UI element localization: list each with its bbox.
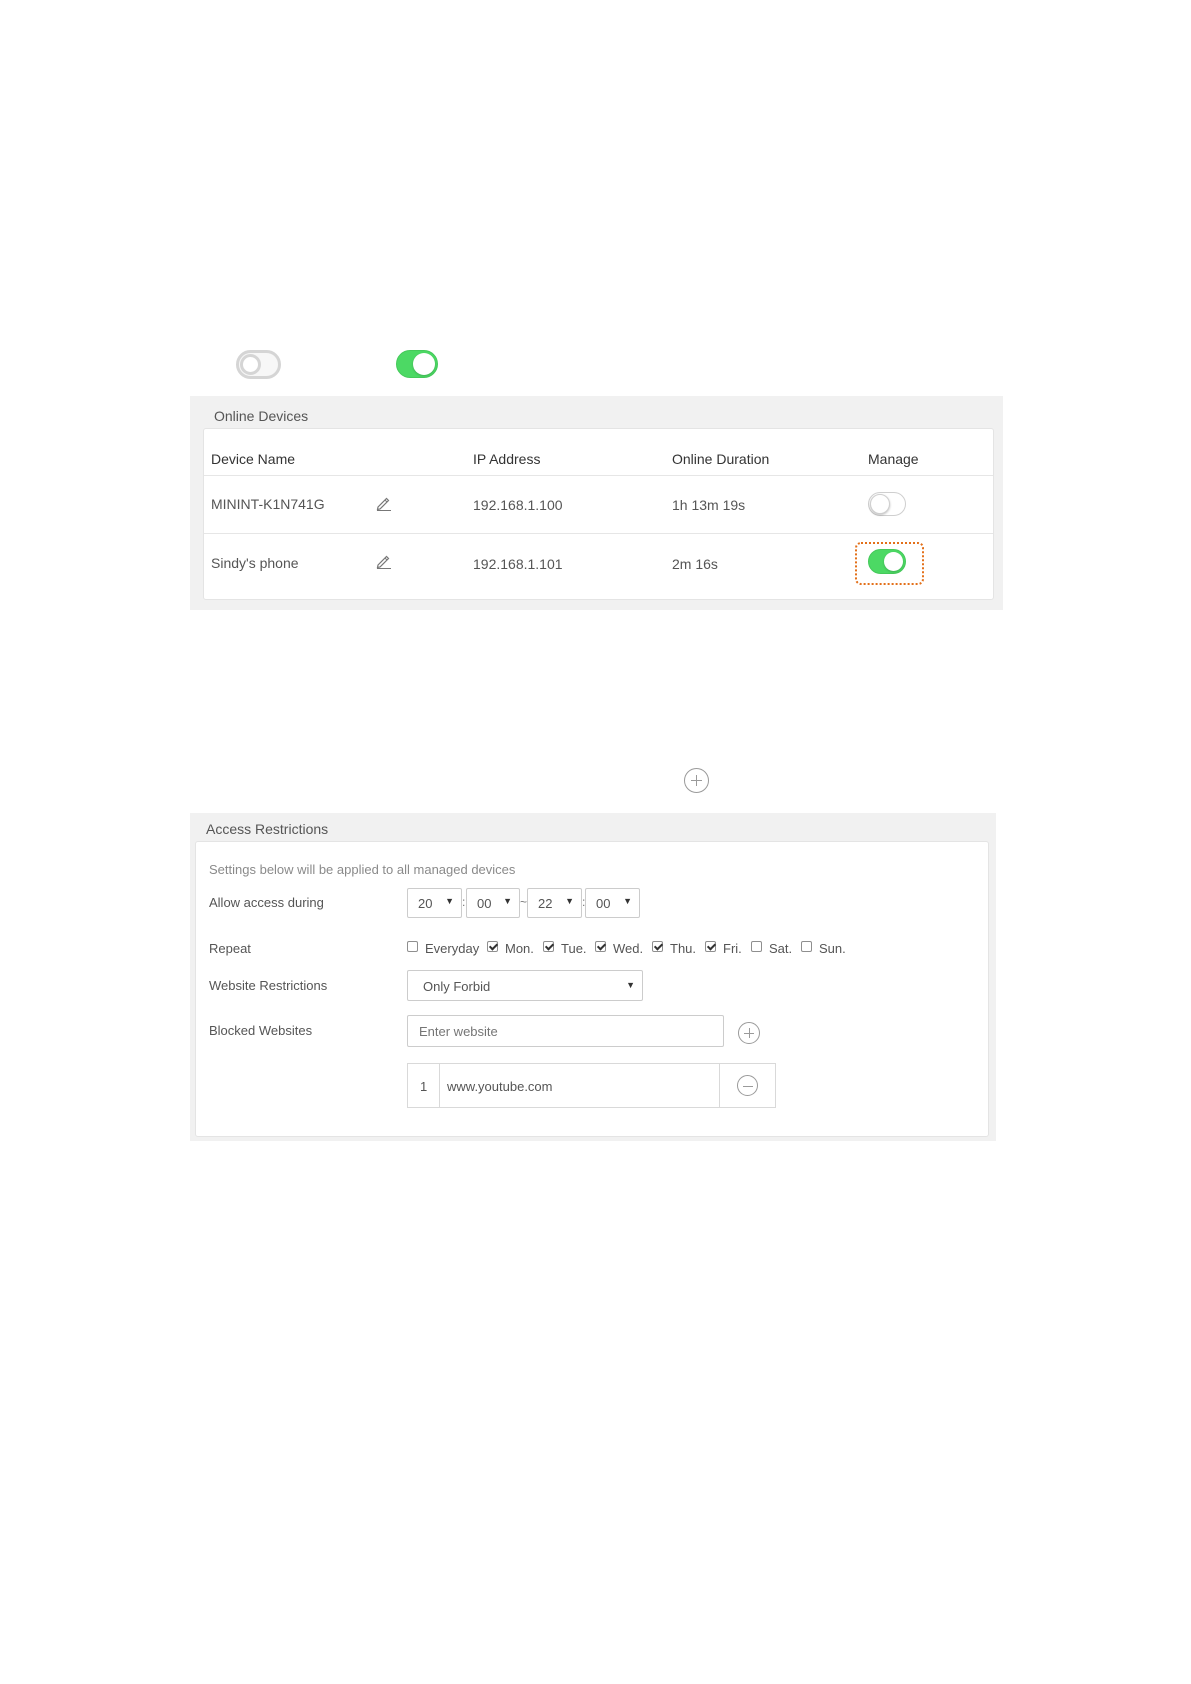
start-hour-value: 20 <box>418 896 433 911</box>
end-minute-value: 00 <box>596 896 611 911</box>
access-restrictions-title: Access Restrictions <box>206 821 329 837</box>
device-duration: 2m 16s <box>672 556 718 572</box>
minus-circle-icon[interactable] <box>737 1075 758 1096</box>
caret-down-icon: ▼ <box>626 980 635 990</box>
checkbox-sun-label: Sun. <box>819 941 846 956</box>
end-hour-select[interactable]: 22 ▼ <box>527 888 582 918</box>
column-online-duration: Online Duration <box>672 451 770 467</box>
header-divider <box>204 475 993 476</box>
online-devices-title: Online Devices <box>214 408 309 424</box>
caret-down-icon: ▼ <box>565 896 574 906</box>
checkbox-mon[interactable] <box>487 941 498 952</box>
remove-divider <box>719 1064 720 1107</box>
checkbox-thu[interactable] <box>652 941 663 952</box>
checkbox-wed-label: Wed. <box>613 941 644 956</box>
end-minute-select[interactable]: 00 ▼ <box>585 888 640 918</box>
index-divider <box>439 1064 440 1107</box>
device-name: MININT-K1N741G <box>211 496 325 512</box>
checkbox-everyday-label: Everyday <box>425 941 480 956</box>
checkbox-wed[interactable] <box>595 941 606 952</box>
manage-toggle[interactable] <box>868 492 906 516</box>
checkbox-mon-label: Mon. <box>505 941 534 956</box>
device-duration: 1h 13m 19s <box>672 497 746 513</box>
time-colon: : <box>462 895 466 909</box>
column-device-name: Device Name <box>211 451 296 467</box>
pencil-icon[interactable] <box>375 552 393 570</box>
settings-hint: Settings below will be applied to all ma… <box>209 862 516 877</box>
device-ip: 192.168.1.100 <box>473 497 563 513</box>
repeat-label: Repeat <box>209 941 251 956</box>
device-name: Sindy's phone <box>211 555 299 571</box>
caret-down-icon: ▼ <box>445 896 454 906</box>
start-hour-select[interactable]: 20 ▼ <box>407 888 462 918</box>
start-minute-select[interactable]: 00 ▼ <box>466 888 520 918</box>
checkbox-fri[interactable] <box>705 941 716 952</box>
end-hour-value: 22 <box>538 896 553 911</box>
legend-toggle-off <box>236 350 281 379</box>
row-divider <box>204 533 993 534</box>
manage-toggle[interactable] <box>868 549 906 574</box>
start-minute-value: 00 <box>477 896 492 911</box>
checkbox-sat[interactable] <box>751 941 762 952</box>
checkbox-thu-label: Thu. <box>670 941 697 956</box>
checkbox-everyday[interactable] <box>407 941 418 952</box>
website-restrictions-value: Only Forbid <box>423 979 491 994</box>
plus-circle-icon[interactable] <box>738 1022 760 1044</box>
column-ip-address: IP Address <box>473 451 541 467</box>
caret-down-icon: ▼ <box>503 896 512 906</box>
blocked-websites-label: Blocked Websites <box>209 1023 313 1038</box>
checkbox-fri-label: Fri. <box>723 941 742 956</box>
website-restrictions-select[interactable]: Only Forbid ▼ <box>407 970 643 1001</box>
caret-down-icon: ▼ <box>623 896 632 906</box>
website-restrictions-label: Website Restrictions <box>209 978 328 993</box>
plus-circle-icon <box>684 768 709 793</box>
blocked-website-url: www.youtube.com <box>447 1079 553 1094</box>
website-input[interactable] <box>407 1015 724 1047</box>
column-manage: Manage <box>868 451 919 467</box>
time-tilde: ~ <box>520 895 528 909</box>
checkbox-sun[interactable] <box>801 941 812 952</box>
blocked-website-row: 1 www.youtube.com <box>407 1063 776 1108</box>
allow-access-label: Allow access during <box>209 895 324 910</box>
pencil-icon[interactable] <box>375 494 393 512</box>
device-ip: 192.168.1.101 <box>473 556 563 572</box>
checkbox-tue[interactable] <box>543 941 554 952</box>
checkbox-sat-label: Sat. <box>769 941 793 956</box>
legend-toggle-on <box>396 350 438 378</box>
blocked-website-index: 1 <box>420 1079 428 1094</box>
checkbox-tue-label: Tue. <box>561 941 587 956</box>
